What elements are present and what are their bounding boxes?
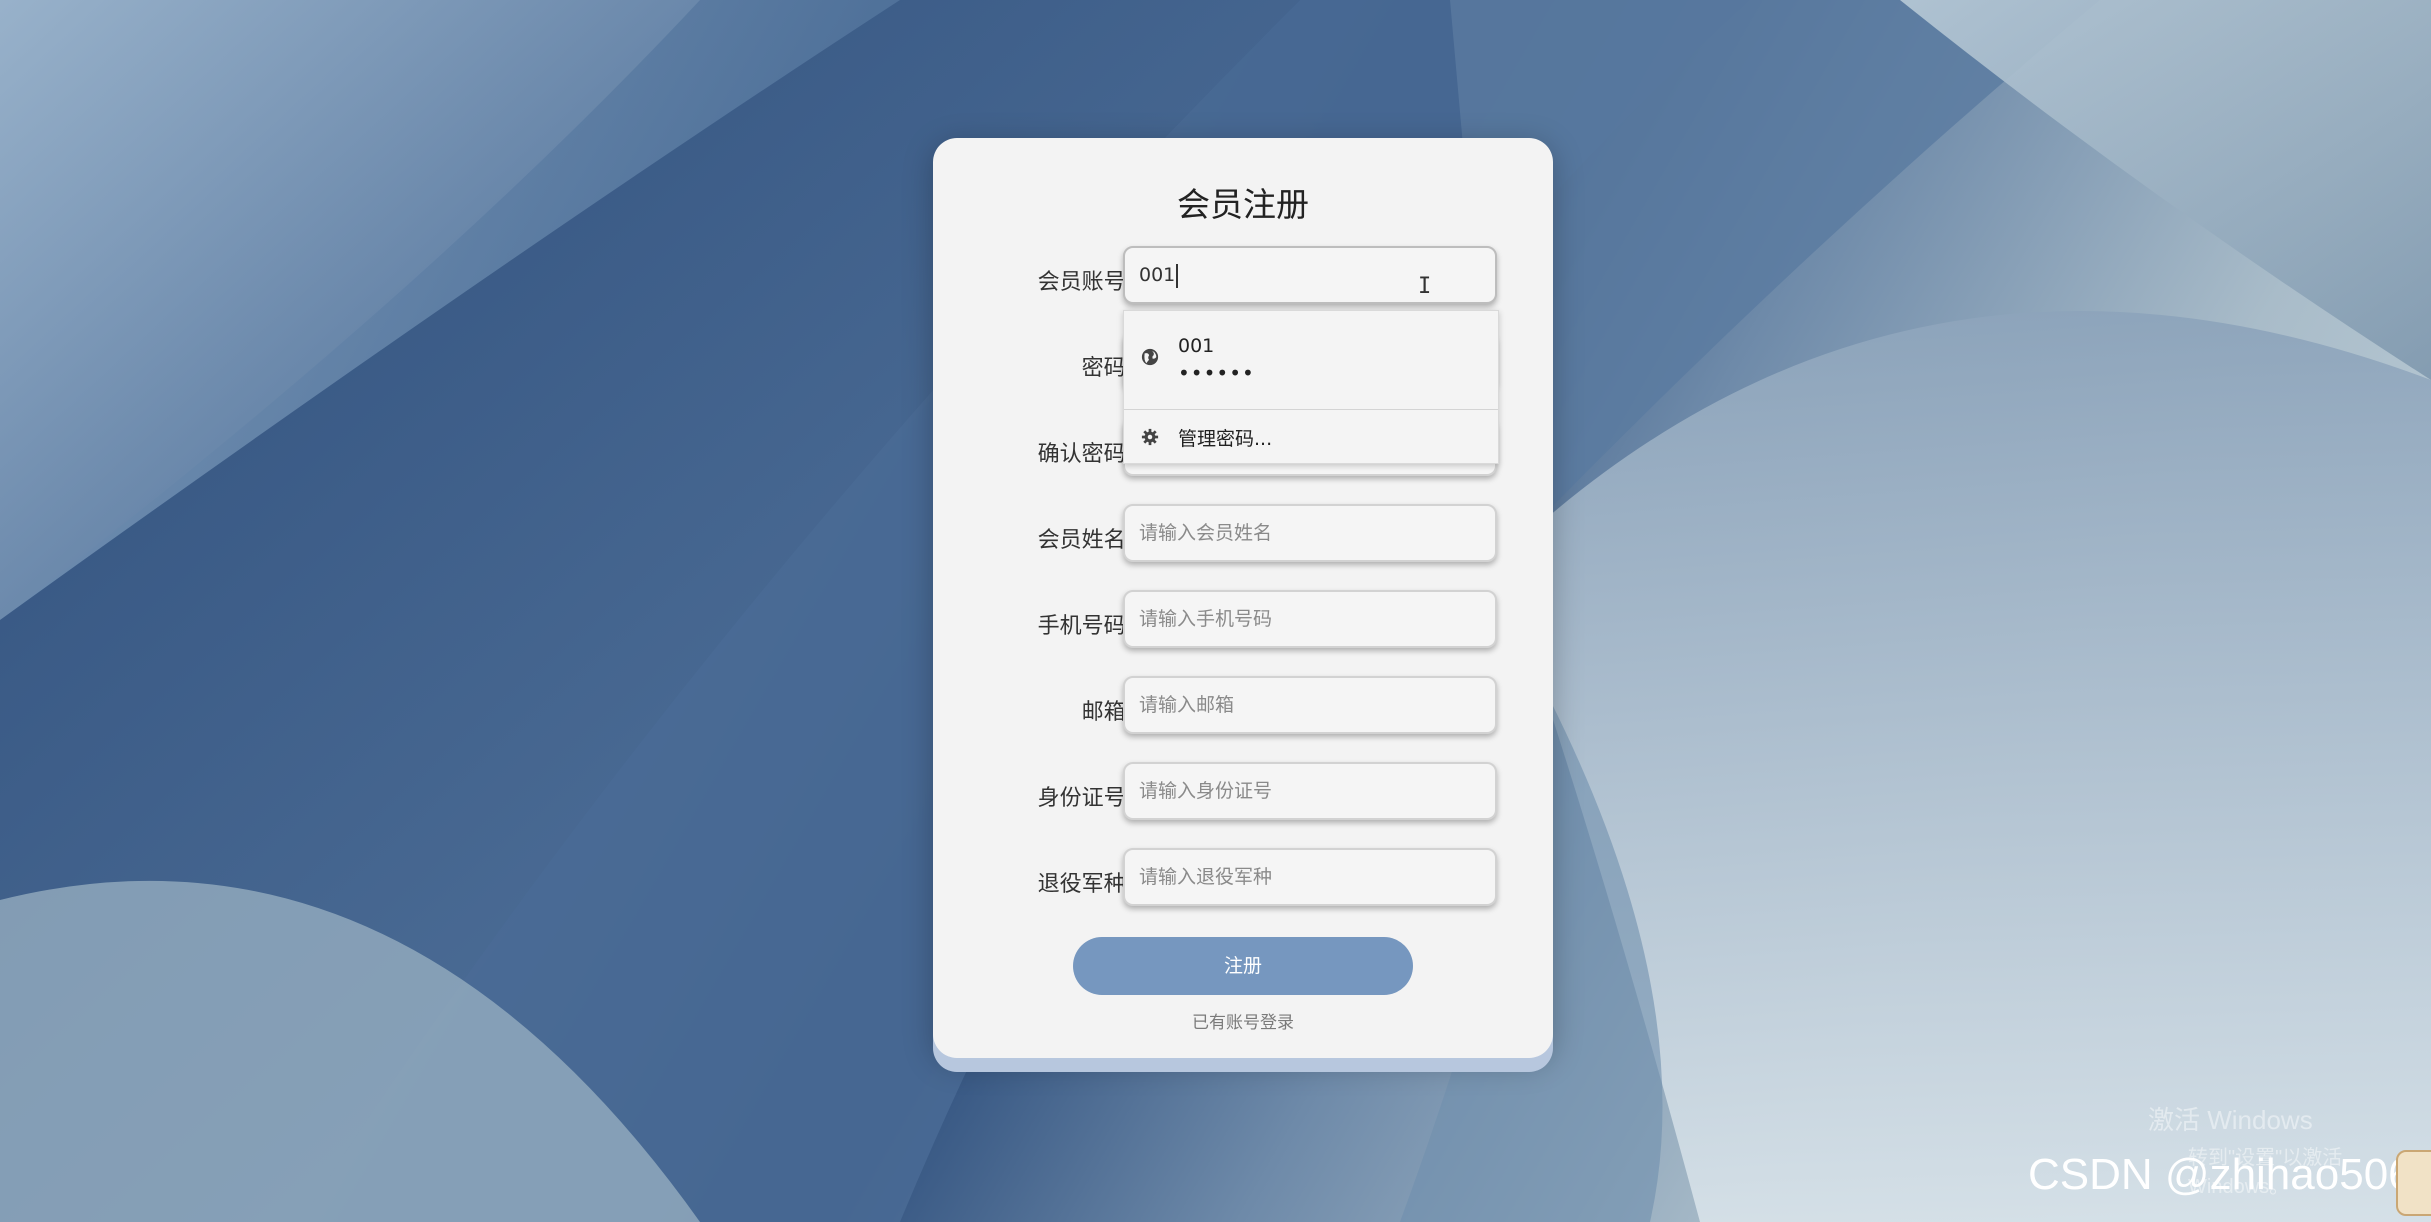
registration-card: 会员注册 会员账号: 001 I 001 •••••• 管理密码... 密码: … bbox=[933, 138, 1553, 1058]
text-caret bbox=[1176, 263, 1179, 288]
gear-icon bbox=[1141, 428, 1159, 446]
id-number-input[interactable]: 请输入身份证号 bbox=[1123, 762, 1497, 820]
email-placeholder: 请输入邮箱 bbox=[1139, 694, 1235, 716]
email-label: 邮箱: bbox=[1081, 700, 1133, 725]
confirm-password-label: 确认密码: bbox=[1037, 442, 1133, 467]
login-link[interactable]: 已有账号登录 bbox=[933, 1008, 1553, 1033]
csdn-watermark: CSDN @zhihao506 bbox=[2028, 1150, 2413, 1199]
email-input[interactable]: 请输入邮箱 bbox=[1123, 676, 1497, 734]
service-branch-input[interactable]: 请输入退役军种 bbox=[1123, 848, 1497, 906]
page-title: 会员注册 bbox=[1177, 185, 1309, 224]
phone-label: 手机号码: bbox=[1037, 614, 1133, 639]
saved-password-mask: •••••• bbox=[1178, 361, 1255, 385]
saved-username: 001 bbox=[1178, 335, 1215, 357]
member-name-input[interactable]: 请输入会员姓名 bbox=[1123, 504, 1497, 562]
service-branch-placeholder: 请输入退役军种 bbox=[1139, 866, 1273, 888]
password-autofill-dropdown: 001 •••••• 管理密码... bbox=[1123, 310, 1499, 464]
account-label: 会员账号: bbox=[1037, 270, 1133, 295]
floating-side-widget[interactable] bbox=[2396, 1150, 2431, 1216]
id-number-placeholder: 请输入身份证号 bbox=[1139, 780, 1273, 802]
phone-placeholder: 请输入手机号码 bbox=[1139, 608, 1273, 630]
id-number-label: 身份证号: bbox=[1037, 786, 1133, 811]
service-branch-label: 退役军种: bbox=[1037, 872, 1133, 897]
saved-credential-item[interactable]: 001 •••••• bbox=[1124, 311, 1498, 410]
register-button[interactable]: 注册 bbox=[1073, 937, 1413, 995]
manage-passwords-item[interactable]: 管理密码... bbox=[1124, 410, 1498, 463]
member-name-label: 会员姓名: bbox=[1037, 528, 1133, 553]
member-name-placeholder: 请输入会员姓名 bbox=[1139, 522, 1273, 544]
globe-icon bbox=[1141, 348, 1159, 366]
account-input-value: 001 bbox=[1139, 264, 1176, 286]
account-input[interactable]: 001 I bbox=[1123, 246, 1497, 304]
ibeam-cursor-icon: I bbox=[1418, 274, 1432, 299]
manage-passwords-label: 管理密码... bbox=[1178, 428, 1273, 450]
phone-input[interactable]: 请输入手机号码 bbox=[1123, 590, 1497, 648]
password-label: 密码: bbox=[1081, 356, 1133, 381]
activation-line-1: 激活 Windows bbox=[2148, 1105, 2313, 1135]
